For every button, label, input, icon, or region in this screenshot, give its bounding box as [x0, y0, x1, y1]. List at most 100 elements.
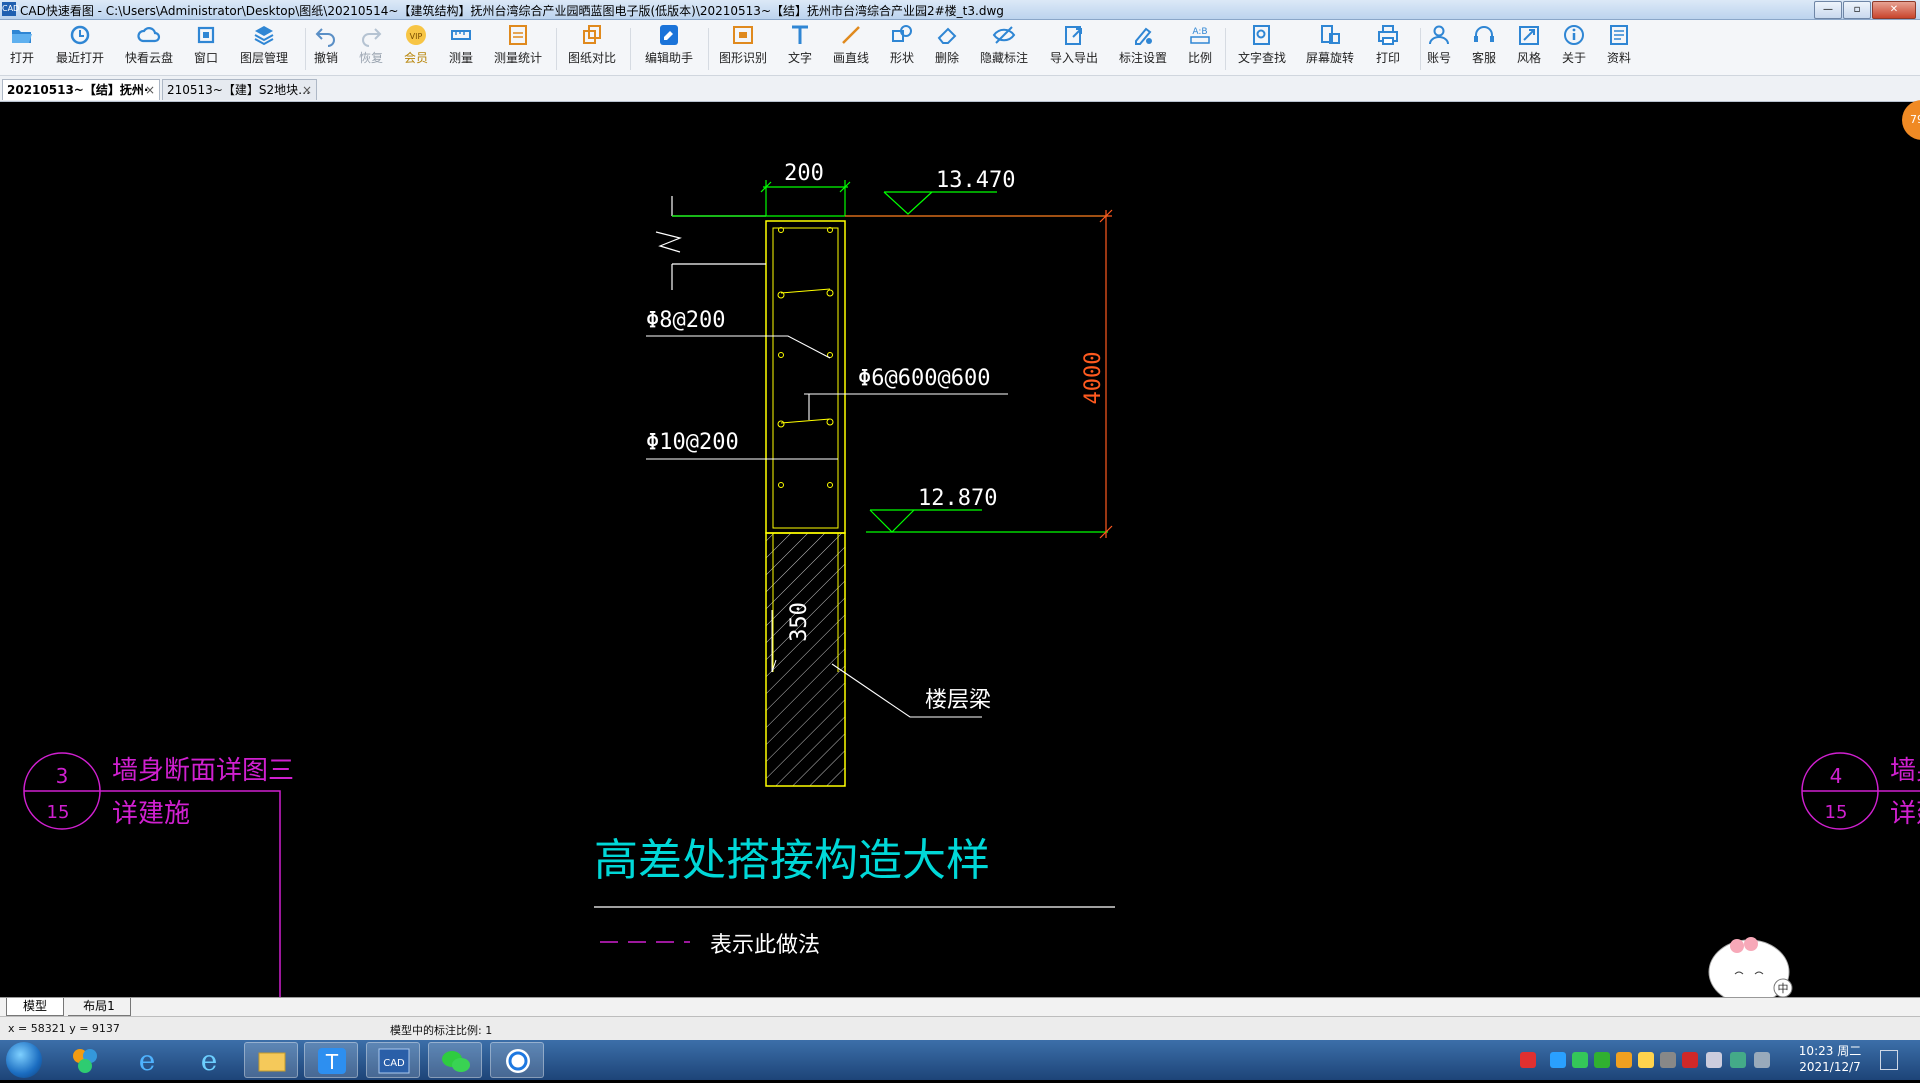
- taskbar-app-explorer[interactable]: [244, 1042, 298, 1078]
- layer-manager-button[interactable]: 图层管理: [234, 23, 294, 66]
- volume-icon[interactable]: [1706, 1052, 1722, 1068]
- measure-stats-icon: [509, 25, 527, 45]
- wechat-tray-icon[interactable]: [1594, 1052, 1610, 1068]
- eraser-icon: [937, 27, 957, 44]
- text-icon: [792, 25, 808, 44]
- hide-annotation-button[interactable]: 隐藏标注: [974, 23, 1034, 66]
- rebar-phi6-label: Φ6@600@600: [858, 366, 990, 391]
- layout-tab-strip: 模型 布局1: [0, 997, 1920, 1016]
- blue-browser-icon: [506, 1049, 530, 1073]
- close-tab-icon[interactable]: ×: [302, 80, 312, 100]
- taskbar-app-browser[interactable]: e: [182, 1042, 236, 1078]
- vip-icon: VIP: [406, 25, 426, 45]
- taskbar-app-cad[interactable]: CAD: [366, 1042, 420, 1078]
- taskbar-app-ie[interactable]: e: [120, 1042, 174, 1078]
- app-tray-icon[interactable]: [1638, 1052, 1654, 1068]
- recent-open-button[interactable]: 最近打开: [50, 23, 110, 66]
- annotation-settings-icon: [1135, 27, 1152, 45]
- shield-icon[interactable]: [1730, 1052, 1746, 1068]
- tab-model[interactable]: 模型: [6, 998, 64, 1016]
- shape-recognize-button[interactable]: 图形识别: [713, 23, 773, 66]
- style-icon: [1519, 26, 1539, 45]
- measure-stats-button[interactable]: 测量统计: [488, 23, 548, 66]
- window-title: CAD快速看图 - C:\Users\Administrator\Desktop…: [20, 4, 1004, 18]
- svg-text:e: e: [139, 1044, 156, 1077]
- chat-tray-icon[interactable]: [1572, 1052, 1588, 1068]
- drawing-compare-button[interactable]: 图纸对比: [562, 23, 622, 66]
- taskbar-app-media[interactable]: [58, 1042, 112, 1078]
- action-center-icon[interactable]: [1880, 1050, 1898, 1070]
- delete-button[interactable]: 删除: [917, 23, 977, 66]
- floor-beam: [765, 532, 846, 787]
- text-search-icon: [1253, 25, 1270, 45]
- minimize-button[interactable]: —: [1814, 1, 1842, 19]
- cad-app-icon: CAD: [378, 1048, 410, 1074]
- cloud-drive-button[interactable]: 快看云盘: [119, 23, 179, 66]
- network-app-tray-icon[interactable]: [1550, 1052, 1566, 1068]
- beam-depth-dimension: 350: [787, 602, 812, 642]
- security-tray-icon[interactable]: [1616, 1052, 1632, 1068]
- taskbar-app-t[interactable]: T: [304, 1042, 358, 1078]
- tab-document-2[interactable]: 210513~【建】S2地块… ×: [162, 79, 317, 100]
- app-icon: CAD: [2, 2, 19, 16]
- maximize-button[interactable]: ▫: [1843, 1, 1871, 19]
- redo-icon: [362, 28, 382, 47]
- shape-icon: [892, 25, 912, 42]
- tab-document-1[interactable]: 20210513~【结】抚州· ×: [2, 79, 160, 100]
- height-dimension: 4000: [1081, 352, 1106, 405]
- sogou-tray-icon[interactable]: [1520, 1052, 1536, 1068]
- svg-text:CAD: CAD: [383, 1058, 405, 1069]
- media-player-icon: [73, 1049, 97, 1073]
- measure-button[interactable]: 测量: [431, 23, 491, 66]
- shape-recognize-icon: [733, 26, 753, 44]
- elevation-top-label: 13.470: [936, 168, 1015, 193]
- t-app-icon: T: [318, 1048, 346, 1074]
- elevation-bottom-label: 12.870: [918, 486, 997, 511]
- clock-time: 10:23 周二: [1798, 1044, 1862, 1058]
- antivirus-tray-icon[interactable]: [1682, 1052, 1698, 1068]
- start-button[interactable]: [6, 1042, 42, 1078]
- undo-icon: [315, 28, 335, 47]
- taskbar-app-wechat[interactable]: [428, 1042, 482, 1078]
- open-button[interactable]: 打开: [0, 23, 52, 66]
- close-tab-icon[interactable]: ×: [145, 80, 155, 100]
- drawing-canvas[interactable]: 200 13.470 12.870 4000 Φ8@200 Φ6@600@600…: [0, 102, 1920, 997]
- account-icon: [1429, 25, 1449, 45]
- taskbar-clock[interactable]: 10:23 周二 2021/12/7: [1790, 1043, 1870, 1075]
- measure-icon: [451, 30, 471, 40]
- rebar-phi8-label: Φ8@200: [646, 308, 725, 333]
- window-icon: [197, 26, 215, 44]
- svg-text:T: T: [325, 1050, 339, 1074]
- recent-icon: [70, 25, 90, 45]
- rotate-screen-button[interactable]: 屏幕旋转: [1300, 23, 1360, 66]
- rebar-phi10-label: Φ10@200: [646, 430, 739, 455]
- clock-date: 2021/12/7: [1799, 1060, 1861, 1074]
- close-button[interactable]: ✕: [1872, 1, 1916, 19]
- scale-button[interactable]: A:B 比例: [1170, 23, 1230, 66]
- tool-tray-icon[interactable]: [1660, 1052, 1676, 1068]
- callout-right-title: 墙身: [1890, 756, 1920, 786]
- cursor-coordinates: x = 58321 y = 9137: [8, 1022, 120, 1035]
- text-search-button[interactable]: 文字查找: [1232, 23, 1292, 66]
- annotation-settings-button[interactable]: 标注设置: [1113, 23, 1173, 66]
- width-dimension: 200: [784, 161, 824, 186]
- main-toolbar: 打开 最近打开 快看云盘 窗口 图层管理 撤销 恢复 VIP 会员 测量 测量统…: [0, 20, 1920, 76]
- taskbar-app-browser-2[interactable]: [490, 1042, 544, 1078]
- detail-title: 高差处搭接构造大样: [594, 835, 990, 886]
- scale-icon: A:B: [1190, 27, 1210, 44]
- edit-assistant-button[interactable]: 编辑助手: [639, 23, 699, 66]
- ie-icon: e: [139, 1044, 156, 1077]
- edit-assistant-icon: [660, 25, 678, 45]
- window-button[interactable]: 窗口: [176, 23, 236, 66]
- documents-icon: [1610, 25, 1628, 45]
- folder-icon: [258, 1052, 286, 1072]
- document-tab-strip: 20210513~【结】抚州· × 210513~【建】S2地块… ×: [0, 76, 1920, 102]
- tab-layout1[interactable]: 布局1: [68, 998, 131, 1016]
- import-export-icon: [1065, 26, 1082, 45]
- browser-icon: e: [201, 1044, 218, 1077]
- callout-right-sheet: 15: [1825, 802, 1848, 823]
- cad-drawing: 200 13.470 12.870 4000 Φ8@200 Φ6@600@600…: [23, 161, 1920, 997]
- documents-button[interactable]: 资料: [1589, 23, 1649, 66]
- import-export-button[interactable]: 导入导出: [1044, 23, 1104, 66]
- network-icon[interactable]: [1754, 1052, 1770, 1068]
